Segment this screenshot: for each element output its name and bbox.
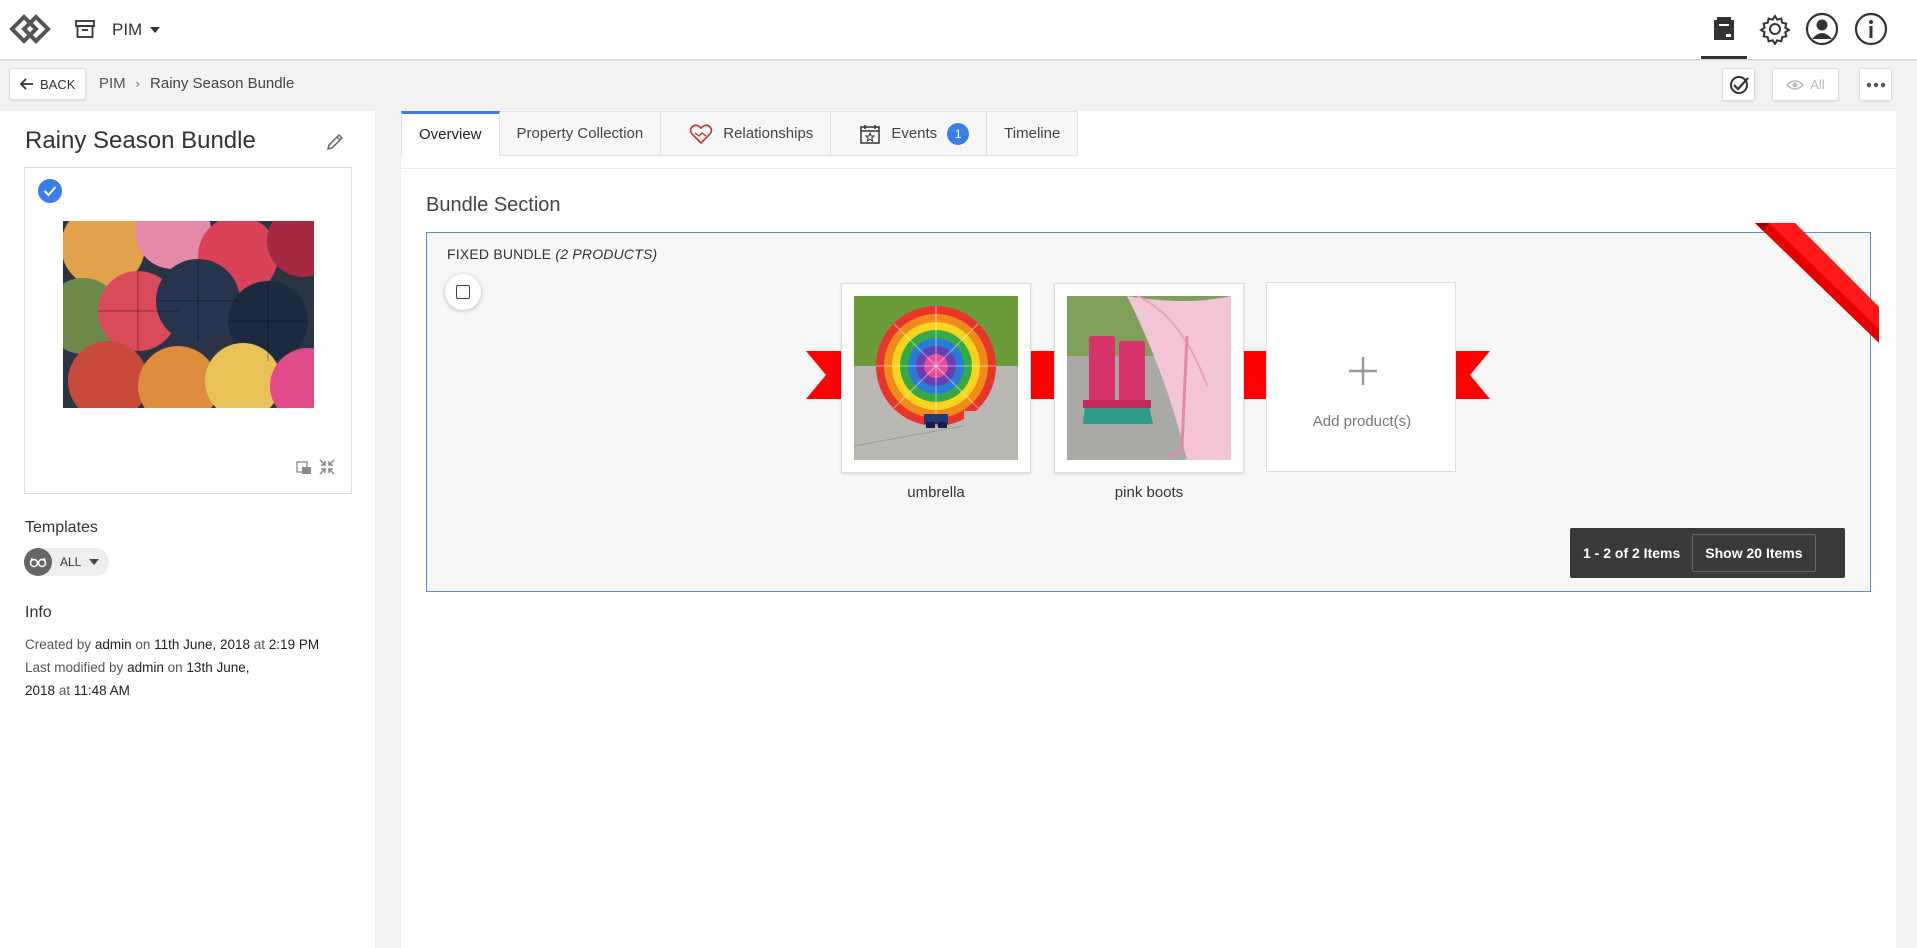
back-button[interactable]: BACK (9, 68, 87, 100)
product-side-panel: Rainy Season Bundle Templates ALL Info C… (0, 111, 375, 948)
user-icon[interactable] (1803, 10, 1841, 48)
product-main-image[interactable] (63, 221, 314, 408)
umbrella-image (854, 296, 1018, 460)
breadcrumb: PIM › Rainy Season Bundle (99, 75, 294, 92)
ribbon-corner-decoration (1755, 223, 1879, 343)
created-info: Created by admin on 11th June, 2018 at 2… (25, 633, 319, 656)
bundle-product-card[interactable] (1054, 283, 1244, 473)
breadcrumb-pim[interactable]: PIM (99, 75, 126, 92)
logo-icon[interactable] (8, 11, 52, 47)
product-image-card (24, 167, 352, 494)
archive-icon[interactable] (74, 19, 96, 39)
ribbon-band (1030, 351, 1054, 399)
pagination-bar: 1 - 2 of 2 Items Show 20 Items (1570, 528, 1845, 578)
pencil-icon[interactable] (324, 131, 346, 153)
modified-time: 11:48 AM (73, 683, 130, 698)
module-label: PIM (112, 20, 143, 39)
bundle-type-label: FIXED BUNDLE (2 PRODUCTS) (447, 246, 657, 262)
divider (401, 168, 1896, 169)
check-circle-icon (1729, 75, 1749, 94)
pagination-count: 1 - 2 of 2 Items (1583, 545, 1681, 561)
add-product-label: Add product(s) (1312, 413, 1412, 430)
ribbon-right-tail (1454, 351, 1490, 399)
info-label: Info (25, 604, 52, 621)
module-selector[interactable]: PIM (112, 17, 161, 43)
template-value: ALL (60, 555, 82, 569)
add-product-button[interactable]: Add product(s) (1266, 282, 1456, 472)
view-filter-label: All (1810, 77, 1825, 92)
product-name: pink boots (1114, 484, 1184, 501)
plus-icon (1349, 357, 1377, 385)
bundle-section-title: Bundle Section (426, 194, 561, 216)
modified-info: Last modified by admin on 13th June, (25, 656, 249, 679)
modified-date: 13th June, (186, 660, 250, 675)
created-prefix: Created by (25, 637, 92, 652)
tab-timeline[interactable]: Timeline (987, 111, 1079, 156)
validate-button[interactable] (1722, 68, 1755, 101)
modified-at: at (58, 683, 71, 698)
catalog-icon[interactable] (1701, 10, 1747, 59)
created-time: 2:19 PM (268, 637, 320, 652)
created-at: at (253, 637, 266, 652)
eye-icon (1786, 79, 1805, 90)
top-bar: PIM (0, 0, 1917, 60)
tab-bar: Overview Property Collection Relationshi… (401, 111, 1079, 156)
sub-bar: BACK PIM › Rainy Season Bundle All (0, 61, 1917, 111)
collapse-icon[interactable] (318, 458, 336, 476)
tab-label: Overview (419, 126, 482, 143)
glasses-icon (24, 548, 52, 576)
main-content: Overview Property Collection Relationshi… (401, 111, 1896, 948)
created-user: admin (94, 637, 132, 652)
back-label: BACK (40, 76, 76, 92)
breadcrumb-current: Rainy Season Bundle (150, 75, 295, 92)
chevron-down-icon (150, 27, 161, 33)
info-icon[interactable] (1852, 10, 1890, 48)
more-options-button[interactable] (1859, 68, 1892, 101)
bundle-type: FIXED BUNDLE (447, 246, 552, 262)
modified-on: on (167, 660, 183, 675)
tab-label: Property Collection (516, 125, 644, 142)
tab-property-collection[interactable]: Property Collection (499, 111, 662, 156)
template-selector[interactable]: ALL (24, 548, 110, 576)
tab-overview[interactable]: Overview (401, 111, 500, 156)
heart-handshake-icon (689, 123, 713, 144)
bundle-container: FIXED BUNDLE (2 PRODUCTS) umbrella pink … (426, 223, 1879, 592)
bundle-product-count: (2 PRODUCTS) (555, 246, 658, 262)
checkbox-icon (456, 285, 470, 299)
view-filter-button[interactable]: All (1772, 68, 1839, 101)
pink-boots-image (1067, 296, 1231, 460)
ribbon-left-tail (806, 351, 846, 399)
tab-label: Timeline (1004, 125, 1061, 142)
image-replace-icon[interactable] (295, 458, 313, 476)
tab-events[interactable]: Events 1 (831, 111, 988, 156)
modified-year: 2018 (25, 683, 56, 698)
more-horizontal-icon (1866, 82, 1885, 87)
created-on: on (135, 637, 151, 652)
page-size-button[interactable]: Show 20 Items (1692, 534, 1816, 572)
product-name: umbrella (907, 484, 965, 501)
modified-user: admin (127, 660, 164, 675)
tab-label: Events (891, 125, 938, 142)
modified-prefix: Last modified by (25, 660, 124, 675)
gear-icon[interactable] (1756, 10, 1794, 48)
modified-info-line2: 2018 at 11:48 AM (25, 679, 130, 702)
tab-relationships[interactable]: Relationships (661, 111, 832, 156)
templates-label: Templates (25, 519, 98, 536)
bundle-product-card[interactable] (841, 283, 1031, 473)
select-all-checkbox[interactable] (445, 274, 481, 310)
product-title: Rainy Season Bundle (25, 127, 256, 154)
selected-check-icon[interactable] (38, 179, 62, 203)
events-count-badge: 1 (947, 122, 970, 145)
chevron-down-icon (89, 559, 100, 565)
tab-label: Relationships (723, 125, 814, 142)
calendar-star-icon (860, 124, 881, 144)
chevron-right-icon: › (135, 76, 141, 91)
arrow-left-icon (20, 78, 33, 90)
ribbon-band (1242, 351, 1268, 399)
created-date: 11th June, 2018 (154, 637, 250, 652)
